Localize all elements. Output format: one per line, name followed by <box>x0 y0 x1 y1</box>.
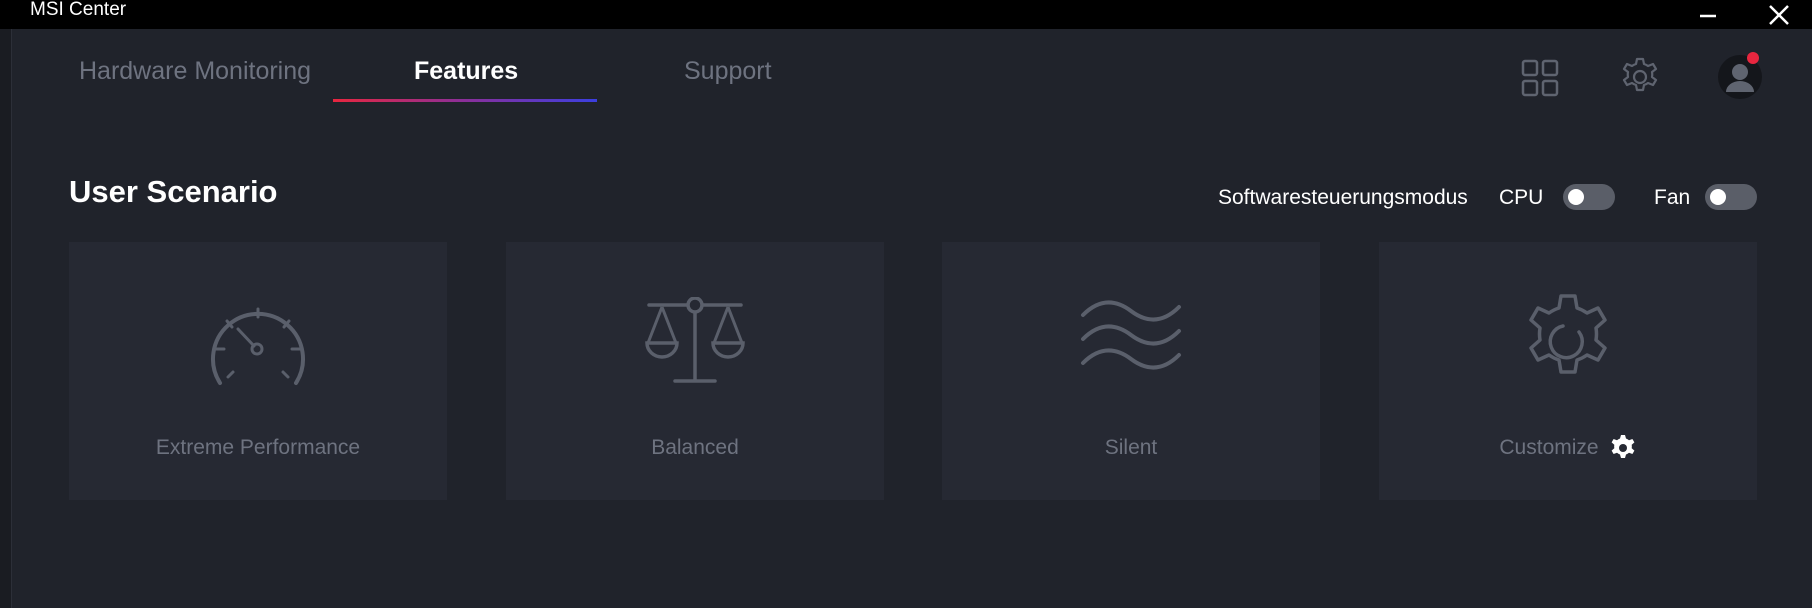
fan-toggle-knob <box>1710 189 1726 205</box>
minimize-button[interactable] <box>1685 0 1731 29</box>
scenario-card-silent[interactable]: Silent <box>942 242 1320 500</box>
close-icon <box>1769 4 1789 25</box>
settings-button[interactable] <box>1619 56 1661 103</box>
scenario-card-balanced[interactable]: Balanced <box>506 242 884 500</box>
scenario-card-extreme-performance[interactable]: Extreme Performance <box>69 242 447 500</box>
grid-icon <box>1521 59 1559 97</box>
waves-icon <box>1081 300 1181 370</box>
speedometer-icon <box>211 307 305 385</box>
gear-icon <box>1611 435 1634 458</box>
section-title: User Scenario <box>69 174 278 209</box>
balance-scale-icon <box>645 297 745 383</box>
scenario-label-silent: Silent <box>1104 436 1158 459</box>
scenario-label-balanced: Balanced <box>651 436 739 459</box>
user-avatar-button[interactable] <box>1717 52 1763 100</box>
fan-toggle[interactable] <box>1705 184 1757 210</box>
gear-icon <box>1529 294 1607 374</box>
minimize-icon <box>1700 14 1716 17</box>
notification-badge <box>1747 52 1759 64</box>
scenario-card-customize[interactable]: Customize <box>1379 242 1757 500</box>
tab-support[interactable]: Support <box>684 57 772 86</box>
software-control-mode-label: Softwaresteuerungsmodus <box>1218 186 1468 209</box>
fan-toggle-label: Fan <box>1654 186 1691 209</box>
customize-label-row: Customize <box>1379 434 1757 462</box>
scenario-label-extreme-performance: Extreme Performance <box>155 436 361 459</box>
cpu-toggle-label: CPU <box>1499 186 1544 209</box>
customize-settings-button[interactable] <box>1609 434 1637 462</box>
scenario-label-customize: Customize <box>1499 436 1599 459</box>
close-button[interactable] <box>1756 0 1802 29</box>
window-title: MSI Center <box>30 0 127 20</box>
cpu-toggle-knob <box>1568 189 1584 205</box>
apps-grid-button[interactable] <box>1521 59 1559 102</box>
tab-features[interactable]: Features <box>414 57 518 86</box>
title-bar: MSI Center <box>0 0 1812 29</box>
gear-icon <box>1622 57 1658 92</box>
cpu-toggle[interactable] <box>1563 184 1615 210</box>
active-tab-indicator <box>333 99 597 102</box>
tab-hardware-monitoring[interactable]: Hardware Monitoring <box>79 57 311 86</box>
